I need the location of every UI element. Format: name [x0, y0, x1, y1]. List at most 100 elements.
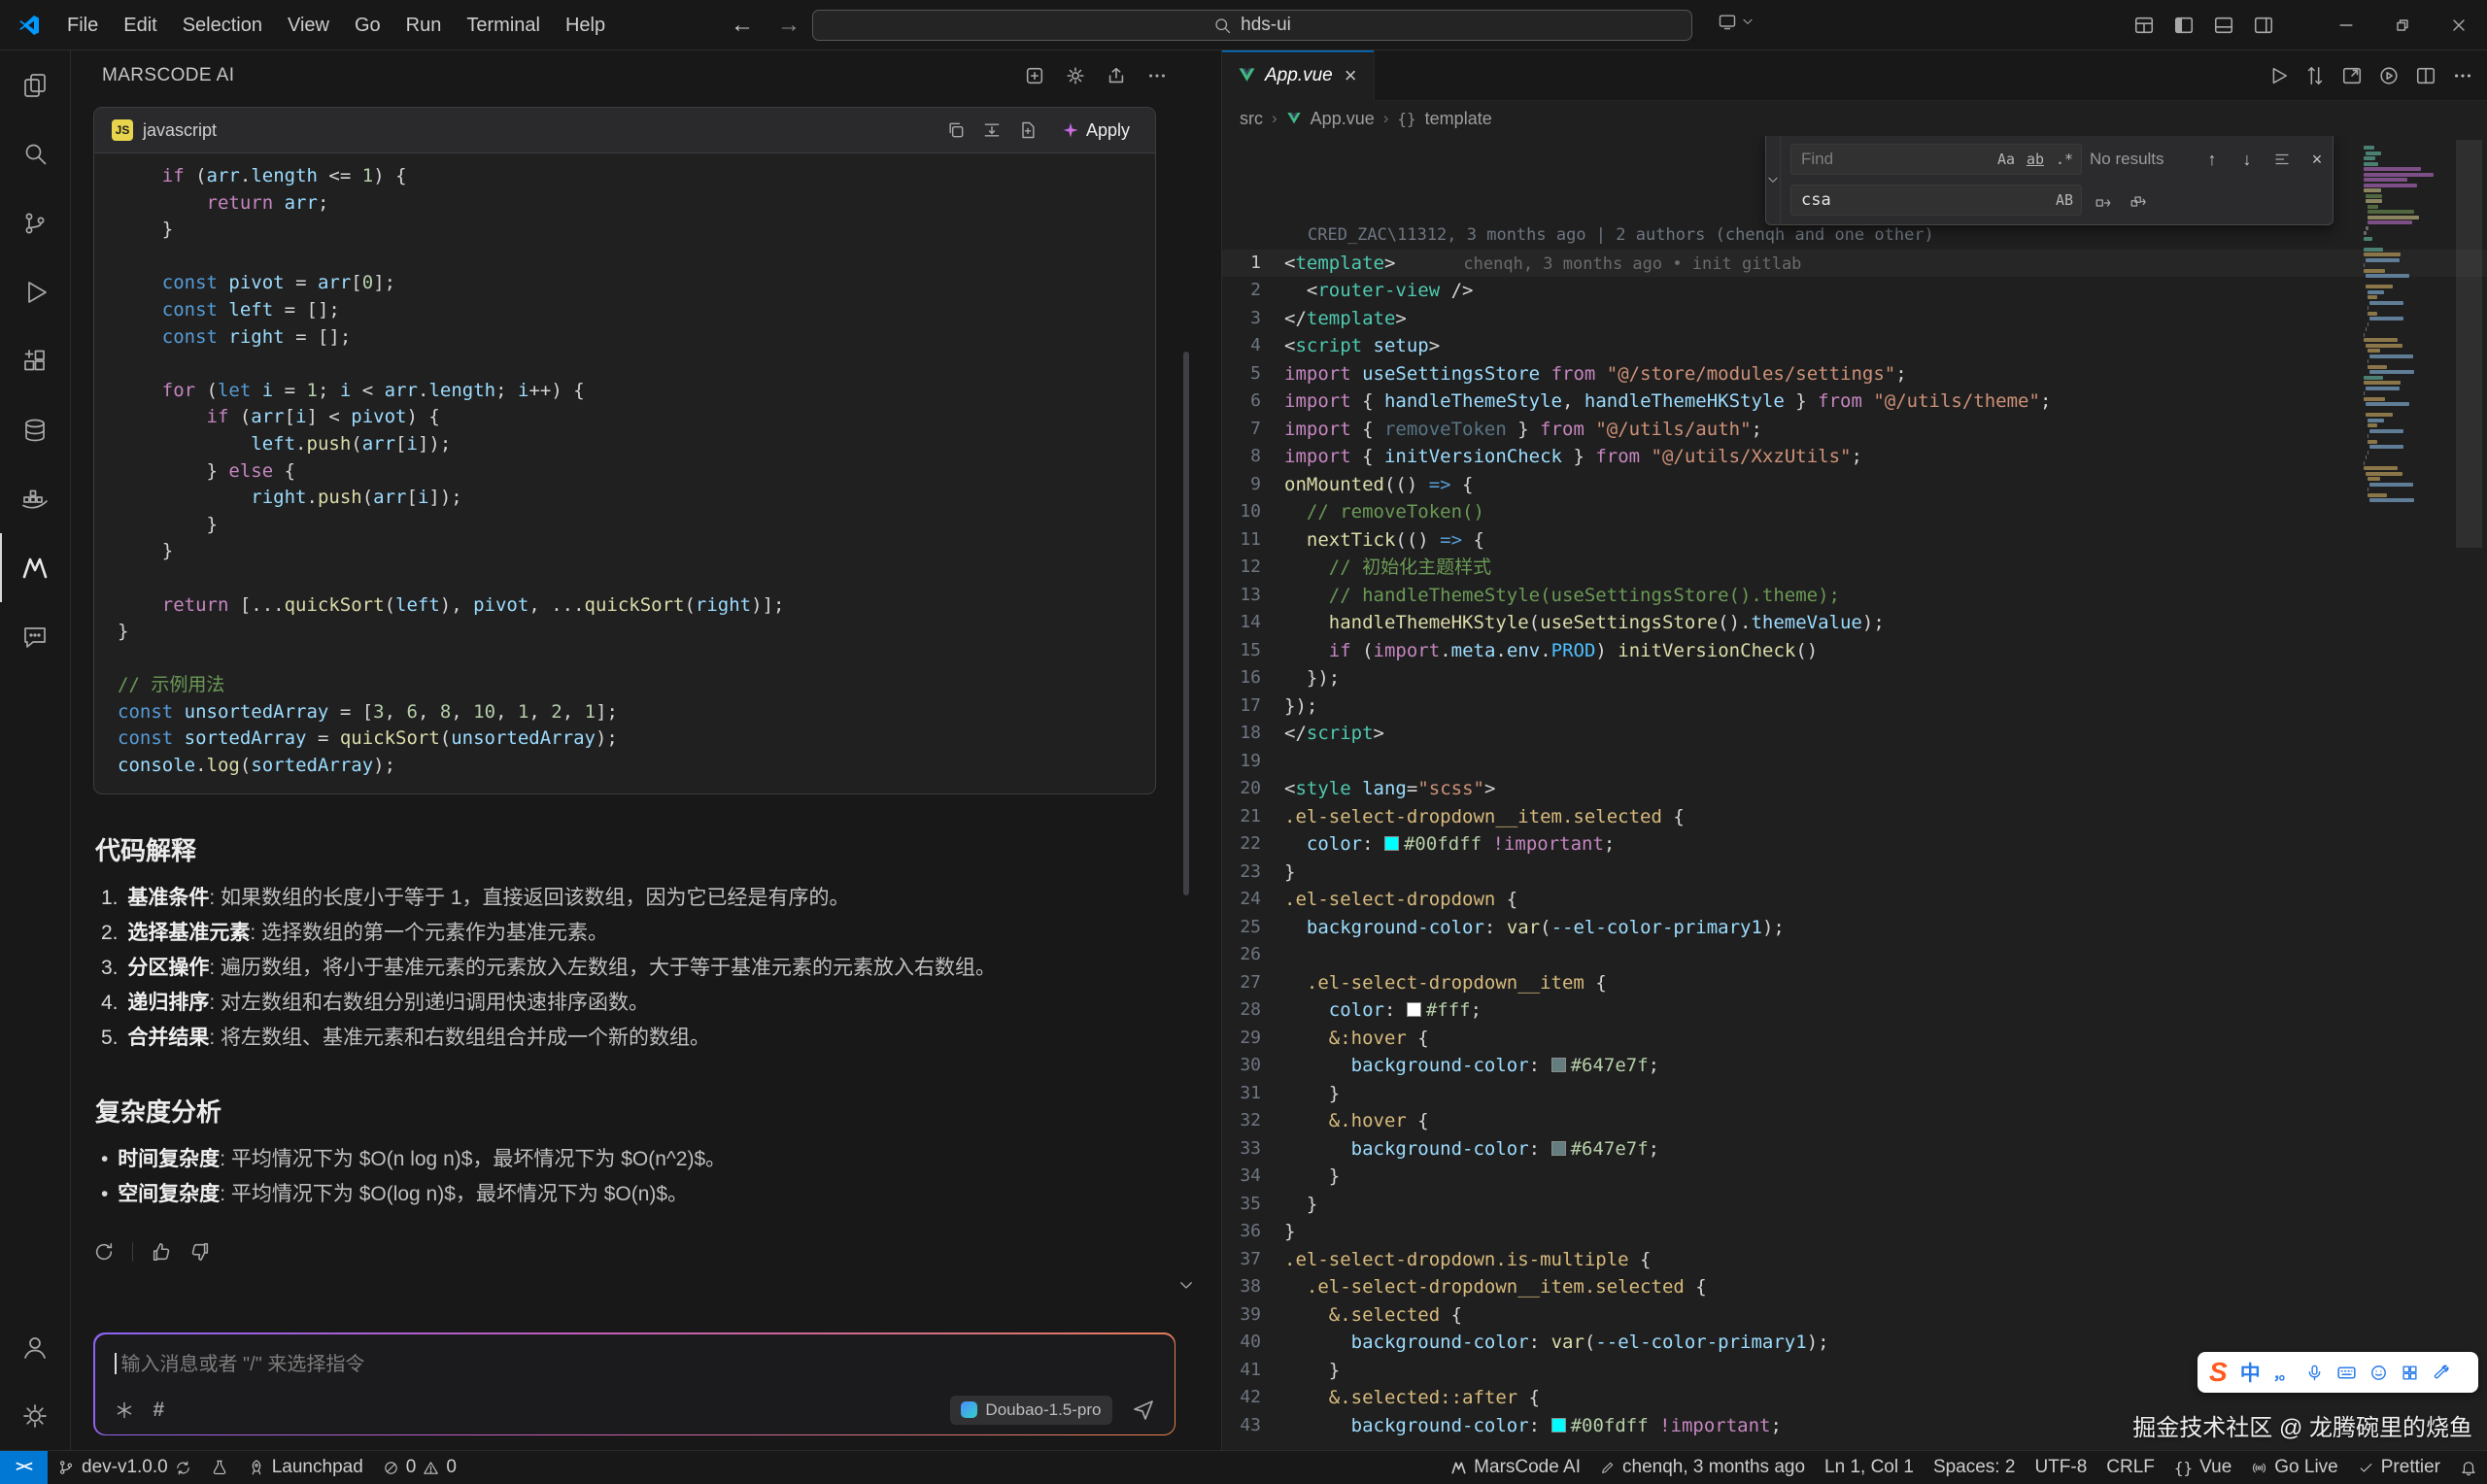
activity-source-control[interactable] — [0, 188, 71, 257]
export-icon[interactable] — [1106, 65, 1127, 86]
launchpad-status[interactable]: Launchpad — [238, 1451, 373, 1484]
problems-status[interactable]: 0 0 — [373, 1451, 466, 1484]
find-next-button[interactable]: ↓ — [2233, 146, 2261, 173]
context-hash-icon[interactable]: # — [153, 1399, 165, 1422]
new-file-icon[interactable] — [1018, 120, 1038, 140]
keyboard-icon[interactable] — [2336, 1363, 2357, 1383]
panel-settings-icon[interactable] — [1065, 65, 1086, 86]
menu-terminal[interactable]: Terminal — [454, 8, 553, 43]
split-editor-icon[interactable] — [2415, 65, 2436, 86]
compare-changes-icon[interactable] — [2304, 65, 2326, 86]
golive-status[interactable]: Go Live — [2241, 1451, 2347, 1484]
restore-button[interactable] — [2374, 0, 2431, 51]
nav-back-icon[interactable]: ← — [731, 12, 754, 39]
nav-forward-icon[interactable]: → — [777, 12, 801, 39]
scroll-to-bottom-icon[interactable] — [1177, 1276, 1195, 1294]
chat-input-text[interactable]: 输入消息或者 "/" 来选择指令 — [115, 1348, 1155, 1376]
find-in-selection-button[interactable] — [2268, 146, 2296, 173]
apply-button[interactable]: Apply — [1054, 117, 1138, 145]
ime-toolbar[interactable]: S 中 ，。 — [2197, 1352, 2478, 1393]
whole-word-toggle[interactable]: ab — [2023, 148, 2048, 171]
menu-help[interactable]: Help — [553, 8, 618, 43]
menu-run[interactable]: Run — [393, 8, 455, 43]
run-circle-icon[interactable] — [2378, 65, 2400, 86]
notifications-bell[interactable] — [2450, 1451, 2487, 1484]
model-selector[interactable]: Doubao-1.5-pro — [950, 1396, 1111, 1425]
toggle-sidebar-icon[interactable] — [2173, 15, 2195, 36]
remote-indicator[interactable]: >< — [0, 1451, 48, 1484]
more-actions-icon[interactable] — [2452, 65, 2473, 86]
menu-edit[interactable]: Edit — [111, 8, 169, 43]
cursor-position[interactable]: Ln 1, Col 1 — [1815, 1451, 1924, 1484]
new-chat-icon[interactable] — [1024, 65, 1045, 86]
activity-extensions[interactable] — [0, 326, 71, 395]
menu-view[interactable]: View — [275, 8, 342, 43]
run-code-icon[interactable] — [2267, 65, 2289, 86]
replace-button[interactable] — [2090, 186, 2117, 214]
toggle-panel-icon[interactable] — [2213, 15, 2234, 36]
thumbs-down-icon[interactable] — [189, 1241, 211, 1263]
microphone-icon[interactable] — [2305, 1364, 2324, 1382]
insert-at-cursor-icon[interactable] — [982, 120, 1002, 140]
match-case-toggle[interactable]: Aa — [1993, 148, 2019, 171]
emoji-icon[interactable] — [2369, 1364, 2388, 1382]
wrench-icon[interactable] — [2432, 1364, 2450, 1382]
regex-toggle[interactable]: .* — [2052, 148, 2077, 171]
ime-mode-chinese[interactable]: 中 — [2240, 1358, 2261, 1387]
indentation-status[interactable]: Spaces: 2 — [1924, 1451, 2026, 1484]
more-icon[interactable] — [1146, 65, 1168, 86]
toggle-replace-button[interactable] — [1766, 136, 1781, 224]
prettier-status[interactable]: Prettier — [2348, 1451, 2450, 1484]
grid-icon[interactable] — [2401, 1364, 2419, 1382]
open-preview-icon[interactable] — [2341, 65, 2363, 86]
chat-scrollbar[interactable] — [1183, 352, 1189, 895]
remote-window-icon[interactable] — [1718, 12, 1755, 31]
find-previous-button[interactable]: ↑ — [2198, 146, 2226, 173]
activity-explorer[interactable] — [0, 51, 71, 119]
marscode-status[interactable]: MarsCode AI — [1441, 1451, 1590, 1484]
chat-input[interactable]: 输入消息或者 "/" 来选择指令 # Doubao-1.5-pro — [93, 1332, 1175, 1435]
replace-all-button[interactable] — [2125, 186, 2152, 214]
account-icon[interactable] — [0, 1312, 71, 1381]
skills-icon[interactable] — [115, 1400, 134, 1420]
breadcrumb-src[interactable]: src — [1240, 109, 1263, 129]
close-button[interactable] — [2431, 0, 2487, 51]
activity-docker[interactable] — [0, 464, 71, 533]
scrollbar-thumb[interactable] — [2456, 140, 2482, 548]
ime-punctuation-icon[interactable]: ，。 — [2273, 1361, 2293, 1384]
menu-go[interactable]: Go — [342, 8, 393, 43]
activity-run-debug[interactable] — [0, 257, 71, 326]
copy-icon[interactable] — [946, 120, 966, 140]
find-close-button[interactable]: × — [2303, 146, 2331, 173]
minimize-button[interactable] — [2318, 0, 2374, 51]
activity-search[interactable] — [0, 119, 71, 188]
activity-chat[interactable] — [0, 602, 71, 671]
activity-database[interactable] — [0, 395, 71, 464]
send-icon[interactable] — [1132, 1399, 1155, 1422]
preserve-case-toggle[interactable]: AB — [2052, 188, 2077, 212]
replace-input[interactable]: csa AB — [1790, 185, 2082, 216]
breadcrumb-symbol[interactable]: template — [1425, 109, 1492, 129]
minimap[interactable] — [2364, 146, 2451, 504]
tab-app-vue[interactable]: App.vue × — [1222, 51, 1375, 101]
regenerate-icon[interactable] — [93, 1241, 115, 1263]
branch-status[interactable]: dev-v1.0.0 — [48, 1451, 201, 1484]
toggle-secondary-sidebar-icon[interactable] — [2253, 15, 2274, 36]
find-input[interactable]: Find Aa ab .* — [1790, 144, 2082, 175]
tab-close-icon[interactable]: × — [1342, 65, 1360, 86]
menu-selection[interactable]: Selection — [170, 8, 275, 43]
blame-status[interactable]: chenqh, 3 months ago — [1590, 1451, 1815, 1484]
editor-scrollbar[interactable] — [2451, 136, 2487, 1450]
sogou-logo-icon[interactable]: S — [2209, 1359, 2228, 1386]
settings-gear-icon[interactable] — [0, 1381, 71, 1450]
beaker-status[interactable] — [201, 1451, 238, 1484]
eol-status[interactable]: CRLF — [2096, 1451, 2164, 1484]
customize-layout-icon[interactable] — [2133, 15, 2155, 36]
thumbs-up-icon[interactable] — [151, 1241, 172, 1263]
encoding-status[interactable]: UTF-8 — [2025, 1451, 2096, 1484]
menu-file[interactable]: File — [54, 8, 111, 43]
editor-lines[interactable]: CRED_ZAC\11312, 3 months ago | 2 authors… — [1222, 136, 2487, 1439]
activity-marscode-ai[interactable] — [0, 533, 71, 602]
breadcrumb-file[interactable]: App.vue — [1311, 109, 1375, 129]
command-center-search[interactable]: hds-ui — [812, 10, 1692, 41]
